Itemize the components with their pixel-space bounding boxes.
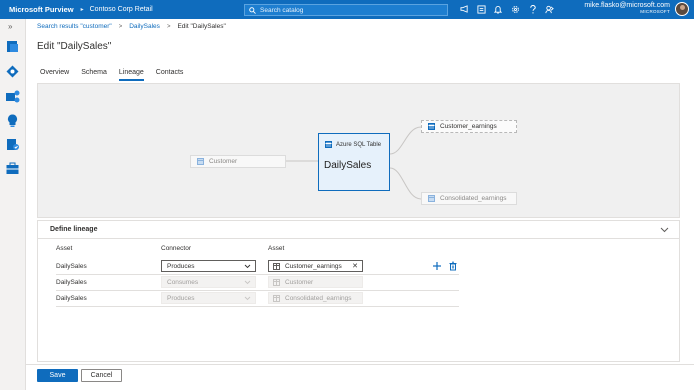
chevron-down-icon[interactable] <box>660 225 669 234</box>
data-sources-icon[interactable] <box>5 89 20 104</box>
target-asset-value: Consolidated_earnings <box>285 294 352 302</box>
user-info[interactable]: mike.flasko@microsoft.com MICROSOFT <box>584 2 670 14</box>
search-icon <box>249 6 256 14</box>
page-title: Edit "DailySales" <box>37 41 112 52</box>
management-icon[interactable] <box>5 161 20 176</box>
table-icon <box>273 262 280 270</box>
footer-divider <box>26 364 694 365</box>
user-email: mike.flasko@microsoft.com <box>584 2 670 9</box>
chevron-down-icon <box>244 280 251 285</box>
table-icon <box>428 195 435 202</box>
save-button[interactable]: Save <box>37 369 78 382</box>
breadcrumb-search-results[interactable]: Search results "customer" <box>37 23 112 30</box>
tab-contacts[interactable]: Contacts <box>156 69 184 81</box>
connector-dropdown: Produces <box>161 292 256 304</box>
breadcrumb: Search results "customer" > DailySales >… <box>37 23 226 30</box>
row-asset: DailySales <box>56 295 87 302</box>
settings-icon[interactable] <box>510 3 522 15</box>
help-icon[interactable] <box>527 3 539 15</box>
breadcrumb-current: Edit "DailySales" <box>177 23 226 30</box>
breadcrumb-asset[interactable]: DailySales <box>129 23 160 30</box>
chevron-down-icon <box>244 264 251 269</box>
connector-dropdown[interactable]: Produces <box>161 260 256 272</box>
define-lineage-panel: Define lineage Asset Connector Asset Dai… <box>37 220 680 362</box>
column-header-connector: Connector <box>161 245 191 252</box>
lineage-node-target-1[interactable]: Customer_earnings <box>421 120 517 133</box>
notifications-icon[interactable] <box>492 3 504 15</box>
connector-value: Produces <box>167 262 195 270</box>
column-header-asset: Asset <box>56 245 73 252</box>
target-asset-field[interactable]: Customer_earnings ✕ <box>268 260 363 272</box>
panel-title: Define lineage <box>50 226 98 233</box>
table-icon <box>428 123 435 130</box>
table-icon <box>273 278 280 286</box>
chevron-down-icon <box>244 296 251 301</box>
tab-overview[interactable]: Overview <box>40 69 69 81</box>
avatar[interactable] <box>675 2 689 16</box>
row-divider <box>56 290 459 291</box>
target-asset-field: Consolidated_earnings <box>268 292 363 304</box>
clear-icon[interactable]: ✕ <box>352 262 358 270</box>
chevron-right-icon: > <box>166 23 171 30</box>
cancel-button[interactable]: Cancel <box>81 369 122 382</box>
announcement-icon[interactable] <box>458 3 470 15</box>
search-placeholder: Search catalog <box>260 6 304 14</box>
row-divider <box>56 274 459 275</box>
node-type-label: Azure SQL Table <box>325 141 381 148</box>
tab-lineage[interactable]: Lineage <box>118 69 144 81</box>
connector-value: Consumes <box>167 278 199 286</box>
target-asset-value: Customer <box>285 278 314 286</box>
top-bar: Microsoft Purview ▸ Contoso Corp Retail … <box>0 0 694 19</box>
row-asset: DailySales <box>56 263 87 270</box>
table-icon <box>325 141 332 148</box>
lineage-node-source[interactable]: Customer <box>190 155 286 168</box>
node-name: DailySales <box>324 160 372 171</box>
chevron-right-icon: > <box>118 23 123 30</box>
row-asset: DailySales <box>56 279 87 286</box>
search-input[interactable]: Search catalog <box>244 4 448 16</box>
lineage-canvas[interactable]: Customer Azure SQL Table DailySales Cust… <box>37 83 680 218</box>
expand-nav-icon[interactable]: » <box>8 22 12 31</box>
switch-directory-icon[interactable] <box>475 3 487 15</box>
row-divider <box>56 306 459 307</box>
chevron-right-icon: ▸ <box>80 7 84 13</box>
table-icon <box>273 294 280 302</box>
data-catalog-icon[interactable] <box>5 39 20 54</box>
user-org: MICROSOFT <box>640 9 670 14</box>
delete-icon[interactable] <box>448 261 458 271</box>
panel-header[interactable]: Define lineage <box>38 221 679 239</box>
connector-dropdown: Consumes <box>161 276 256 288</box>
lineage-node-target-2-label: Consolidated_earnings <box>440 195 507 202</box>
lineage-node-target-1-label: Customer_earnings <box>440 123 497 130</box>
add-icon[interactable] <box>432 261 442 271</box>
lineage-node-main[interactable]: Azure SQL Table DailySales <box>318 133 390 191</box>
lineage-node-target-2[interactable]: Consolidated_earnings <box>421 192 517 205</box>
target-asset-value: Customer_earnings <box>285 262 342 270</box>
tab-bar: Overview Schema Lineage Contacts <box>40 69 195 81</box>
table-icon <box>197 158 204 165</box>
policy-icon[interactable] <box>5 137 20 152</box>
lineage-node-source-label: Customer <box>209 158 238 165</box>
brand-name[interactable]: Microsoft Purview <box>9 5 74 14</box>
data-map-icon[interactable] <box>5 64 20 79</box>
tenant-name[interactable]: Contoso Corp Retail <box>90 6 153 13</box>
column-header-target-asset: Asset <box>268 245 285 252</box>
left-nav: » <box>0 19 26 390</box>
target-asset-field: Customer <box>268 276 363 288</box>
connector-value: Produces <box>167 294 195 302</box>
insights-icon[interactable] <box>5 113 20 128</box>
tab-schema[interactable]: Schema <box>81 69 107 81</box>
feedback-icon[interactable] <box>544 3 556 15</box>
node-type-text: Azure SQL Table <box>336 141 382 148</box>
